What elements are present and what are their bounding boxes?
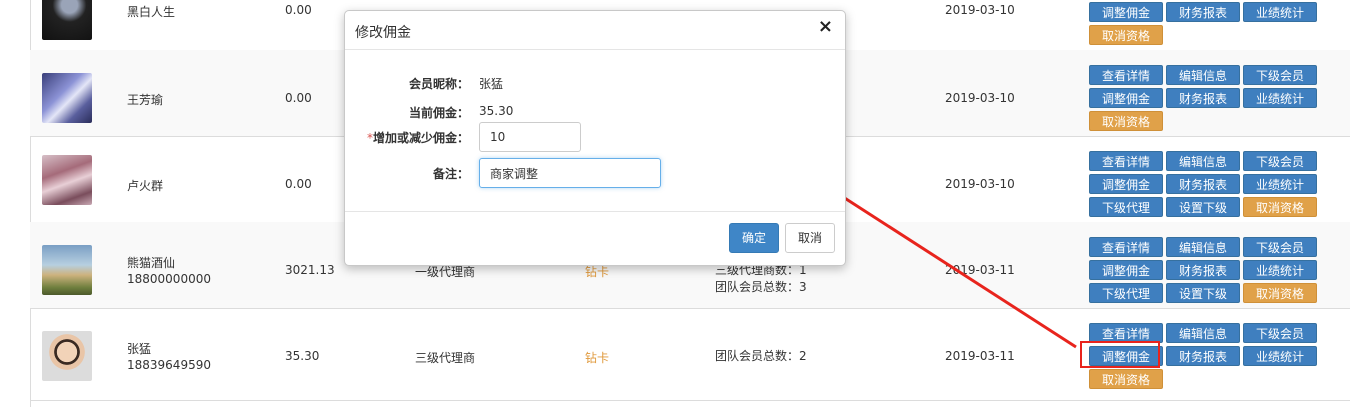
- adjust-amount-row: *增加或减少佣金：: [345, 122, 845, 152]
- nickname-row: 会员昵称： 张猛: [345, 68, 845, 98]
- adjust-commission-button[interactable]: 调整佣金: [1089, 2, 1163, 22]
- member-balance: 0.00: [285, 91, 312, 105]
- dialog-title: 修改佣金: [355, 25, 411, 41]
- adjust-amount-input[interactable]: [479, 122, 581, 152]
- register-date: 2019-03-11: [945, 349, 1015, 363]
- performance-stats-button[interactable]: 业绩统计: [1243, 88, 1317, 108]
- row-actions: 查看详情 编辑信息 下级会员 调整佣金 财务报表 业绩统计 下级代理 设置下级 …: [1089, 151, 1321, 217]
- revoke-qualification-button[interactable]: 取消资格: [1089, 25, 1163, 45]
- performance-stats-button[interactable]: 业绩统计: [1243, 346, 1317, 366]
- member-balance: 0.00: [285, 177, 312, 191]
- confirm-button[interactable]: 确定: [729, 223, 779, 253]
- sub-agents-button[interactable]: 下级代理: [1089, 197, 1163, 217]
- row-actions: 查看详情 编辑信息 下级会员 调整佣金 财务报表 业绩统计 取消资格: [1089, 65, 1321, 131]
- sub-members-button[interactable]: 下级会员: [1243, 237, 1317, 257]
- team-stats: 三级代理商数：1 团队会员总数：3: [715, 262, 807, 296]
- adjust-commission-button[interactable]: 调整佣金: [1089, 88, 1163, 108]
- row-actions: 查看详情 编辑信息 下级会员 调整佣金 财务报表 业绩统计 下级代理 设置下级 …: [1089, 237, 1321, 303]
- finance-report-button[interactable]: 财务报表: [1166, 88, 1240, 108]
- avatar: [42, 331, 92, 381]
- remark-input[interactable]: [479, 158, 661, 188]
- finance-report-button[interactable]: 财务报表: [1166, 260, 1240, 280]
- avatar: [42, 73, 92, 123]
- view-details-button[interactable]: 查看详情: [1089, 237, 1163, 257]
- close-icon[interactable]: ×: [818, 16, 833, 37]
- member-balance: 0.00: [285, 3, 312, 17]
- adjust-amount-label-text: 增加或减少佣金：: [372, 131, 469, 145]
- edit-info-button[interactable]: 编辑信息: [1166, 237, 1240, 257]
- adjust-commission-dialog: 修改佣金 × 会员昵称： 张猛 当前佣金： 35.30 *增加或减少佣金： 备注…: [344, 10, 846, 266]
- register-date: 2019-03-10: [945, 3, 1015, 17]
- card-type: 钻卡: [585, 351, 610, 365]
- nickname-label: 会员昵称：: [408, 77, 469, 91]
- revoke-qualification-button[interactable]: 取消资格: [1089, 369, 1163, 389]
- finance-report-button[interactable]: 财务报表: [1166, 174, 1240, 194]
- team-stat-line: 团队会员总数：2: [715, 349, 807, 363]
- sub-members-button[interactable]: 下级会员: [1243, 65, 1317, 85]
- current-commission-value: 35.30: [479, 104, 514, 118]
- highlight-box: [1080, 341, 1160, 368]
- member-phone: 18800000000: [127, 272, 211, 286]
- performance-stats-button[interactable]: 业绩统计: [1243, 260, 1317, 280]
- member-name: 黑白人生: [127, 5, 176, 19]
- sub-members-button[interactable]: 下级会员: [1243, 323, 1317, 343]
- edit-info-button[interactable]: 编辑信息: [1166, 151, 1240, 171]
- current-commission-label: 当前佣金：: [408, 106, 469, 120]
- team-stats: 团队会员总数：2: [715, 348, 807, 365]
- member-name: 卢火群: [127, 179, 164, 193]
- register-date: 2019-03-10: [945, 177, 1015, 191]
- performance-stats-button[interactable]: 业绩统计: [1243, 2, 1317, 22]
- member-phone: 18839649590: [127, 358, 211, 372]
- finance-report-button[interactable]: 财务报表: [1166, 346, 1240, 366]
- register-date: 2019-03-11: [945, 263, 1015, 277]
- view-details-button[interactable]: 查看详情: [1089, 151, 1163, 171]
- avatar: [42, 155, 92, 205]
- avatar: [42, 0, 92, 40]
- remark-label: 备注：: [432, 167, 469, 181]
- row-actions: 调整佣金 财务报表 业绩统计 取消资格: [1089, 2, 1321, 45]
- team-stat-line: 团队会员总数：3: [715, 280, 807, 294]
- adjust-commission-button[interactable]: 调整佣金: [1089, 174, 1163, 194]
- dialog-header: 修改佣金 ×: [345, 11, 845, 50]
- member-balance: 3021.13: [285, 263, 335, 277]
- register-date: 2019-03-10: [945, 91, 1015, 105]
- edit-info-button[interactable]: 编辑信息: [1166, 323, 1240, 343]
- revoke-qualification-button[interactable]: 取消资格: [1089, 111, 1163, 131]
- member-balance: 35.30: [285, 349, 320, 363]
- member-name: 熊猫酒仙: [127, 256, 176, 270]
- avatar: [42, 245, 92, 295]
- dialog-footer: 确定 取消: [345, 211, 845, 265]
- agent-level: 三级代理商: [415, 351, 476, 365]
- nickname-value: 张猛: [479, 77, 504, 91]
- revoke-qualification-button[interactable]: 取消资格: [1243, 197, 1317, 217]
- cancel-button[interactable]: 取消: [785, 223, 835, 253]
- view-details-button[interactable]: 查看详情: [1089, 323, 1163, 343]
- adjust-amount-label: *增加或减少佣金：: [367, 129, 469, 146]
- sub-agents-button[interactable]: 下级代理: [1089, 283, 1163, 303]
- member-name: 王芳瑜: [127, 93, 164, 107]
- set-subordinate-button[interactable]: 设置下级: [1166, 283, 1240, 303]
- member-name: 张猛: [127, 342, 152, 356]
- remark-row: 备注：: [345, 158, 845, 188]
- edit-info-button[interactable]: 编辑信息: [1166, 65, 1240, 85]
- sub-members-button[interactable]: 下级会员: [1243, 151, 1317, 171]
- set-subordinate-button[interactable]: 设置下级: [1166, 197, 1240, 217]
- view-details-button[interactable]: 查看详情: [1089, 65, 1163, 85]
- performance-stats-button[interactable]: 业绩统计: [1243, 174, 1317, 194]
- finance-report-button[interactable]: 财务报表: [1166, 2, 1240, 22]
- adjust-commission-button[interactable]: 调整佣金: [1089, 260, 1163, 280]
- revoke-qualification-button[interactable]: 取消资格: [1243, 283, 1317, 303]
